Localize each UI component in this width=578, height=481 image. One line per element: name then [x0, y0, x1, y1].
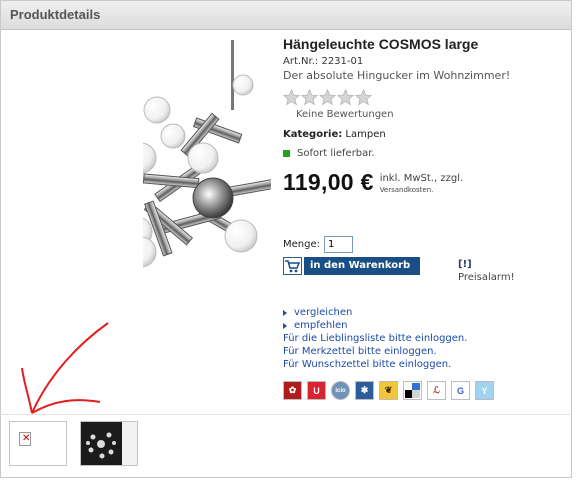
favorites-login-link[interactable]: Für die Lieblingsliste bitte einloggen. [283, 332, 467, 345]
tax-info: inkl. MwSt., zzgl. Versandkosten. [380, 173, 463, 194]
star-icon[interactable] [319, 89, 336, 106]
yigg-icon[interactable]: ✱ [355, 381, 374, 400]
category-value: Lampen [345, 129, 386, 140]
product-actions: vergleichen empfehlen Für die Lieblingsl… [283, 306, 467, 371]
product-info: Hängeleuchte COSMOS large Art.Nr.: 2231-… [283, 36, 563, 196]
thumbnail-2[interactable] [80, 421, 138, 466]
shipping-costs-link[interactable]: Versandkosten. [380, 186, 463, 194]
price-amount: 119,00 € [283, 169, 374, 196]
yahoo-icon[interactable]: Y [475, 381, 494, 400]
reviews-count: Keine Bewertungen [296, 109, 394, 120]
product-tagline: Der absolute Hingucker im Wohnzimmer! [283, 69, 511, 82]
article-number: Art.Nr.: 2231-01 [283, 56, 364, 67]
star-icon[interactable] [301, 89, 318, 106]
thumbnail-lamp-image [81, 422, 137, 465]
mister-wong-icon[interactable]: ✿ [283, 381, 302, 400]
recommend-link-label: empfehlen [294, 320, 348, 331]
product-title: Hängeleuchte COSMOS large [283, 36, 479, 52]
price-value: 119,00 [283, 169, 354, 195]
add-to-cart-label: in den Warenkorb [304, 257, 421, 275]
quantity-input[interactable] [324, 236, 353, 253]
linkarena-icon[interactable]: ℒ [427, 381, 446, 400]
arrow-right-icon [283, 309, 287, 316]
delicious-icon[interactable] [403, 381, 422, 400]
wishlist-login-link[interactable]: Für Wunschzettel bitte einloggen. [283, 358, 467, 371]
cart-icon [283, 257, 302, 275]
add-to-cart-button[interactable]: in den Warenkorb [283, 257, 421, 275]
star-icon[interactable] [283, 89, 300, 106]
star-icon[interactable] [337, 89, 354, 106]
availability-indicator [283, 150, 290, 157]
notepad-login-link[interactable]: Für Merkzettel bitte einloggen. [283, 345, 467, 358]
product-image[interactable] [143, 40, 271, 290]
recommend-link[interactable]: empfehlen [283, 319, 467, 332]
rating-stars[interactable] [283, 89, 563, 106]
google-icon[interactable]: G [451, 381, 470, 400]
quantity-label: Menge: [283, 239, 320, 250]
compare-link-label: vergleichen [294, 307, 353, 318]
quantity-row: Menge: [283, 236, 353, 253]
thumbnail-1[interactable]: ✕ [9, 421, 67, 466]
price-alarm-label: Preisalarm! [458, 272, 515, 283]
broken-image-icon: ✕ [19, 432, 31, 446]
compare-link[interactable]: vergleichen [283, 306, 467, 319]
panel-title: Produktdetails [10, 7, 101, 22]
social-bookmarks: ✿ Uicio ✱ ❦ ℒ G Y [283, 381, 494, 400]
star-icon[interactable] [355, 89, 372, 106]
category: Kategorie: Lampen [283, 129, 563, 140]
webnews-icon[interactable]: U [307, 381, 326, 400]
price-alarm-icon: [!] [458, 259, 472, 270]
divider [0, 414, 570, 415]
availability: Sofort lieferbar. [283, 148, 563, 159]
availability-text: Sofort lieferbar. [297, 148, 375, 159]
price-currency: € [360, 169, 374, 195]
price-row: 119,00 € inkl. MwSt., zzgl. Versandkoste… [283, 169, 563, 196]
tax-note: inkl. MwSt., zzgl. [379, 173, 464, 184]
panel-header: Produktdetails [1, 1, 571, 30]
icio-icon[interactable]: icio [331, 381, 350, 400]
category-label: Kategorie: [283, 129, 343, 140]
oneview-icon[interactable]: ❦ [379, 381, 398, 400]
arrow-right-icon [283, 322, 287, 329]
price-alarm[interactable]: [!] Preisalarm! [458, 258, 515, 284]
